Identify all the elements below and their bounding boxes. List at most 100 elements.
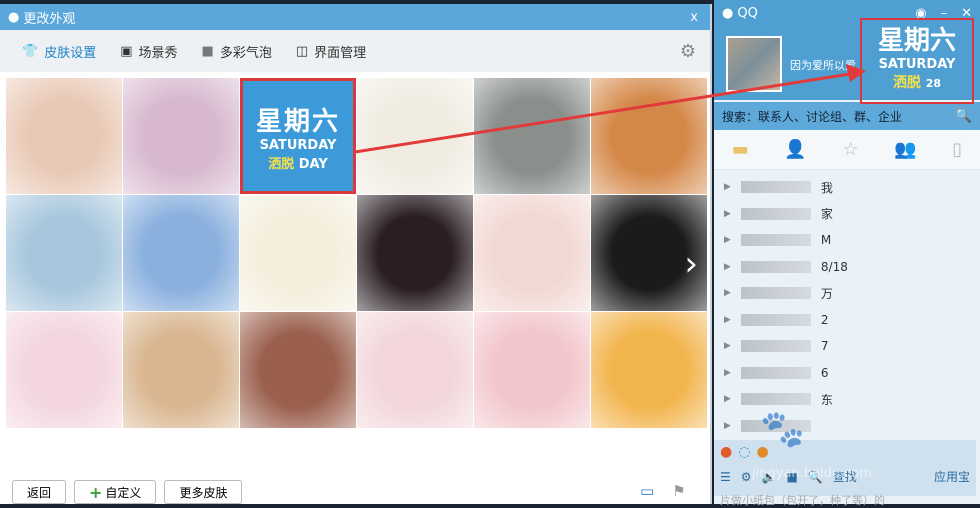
contact-group[interactable]: ▶ 我 [724, 174, 970, 201]
tab-skin-settings[interactable]: 👕 皮肤设置 [22, 42, 96, 61]
chevron-right-icon[interactable]: › [684, 244, 698, 284]
pin-icon[interactable]: ⚑ [672, 482, 685, 500]
contact-group[interactable]: ▶ 7 [724, 333, 970, 360]
skin-tile[interactable] [123, 78, 239, 194]
minimize-button[interactable]: – [941, 6, 948, 21]
group-count: 东 [820, 392, 833, 407]
app-icon[interactable]: ● [720, 444, 732, 460]
contact-group[interactable]: ▶ 万 [724, 280, 970, 307]
more-skins-button[interactable]: 更多皮肤 [164, 480, 243, 504]
skin-text: 洒脱 DAY [268, 156, 328, 172]
menu-icon[interactable]: ☰ [720, 470, 731, 484]
plus-icon: + [89, 482, 103, 502]
close-button[interactable]: ✕ [961, 6, 972, 21]
settings-icon[interactable]: ⚙ [741, 470, 752, 484]
layout-icon: ◫ [295, 43, 309, 59]
window-icon[interactable]: ▭ [640, 482, 654, 500]
search-input[interactable]: 搜索：联系人、讨论组、群、企业 🔍 [714, 102, 980, 130]
skin-tile[interactable] [240, 312, 356, 428]
skin-tile[interactable] [123, 312, 239, 428]
expand-triangle-icon: ▶ [724, 261, 731, 272]
skin-tile[interactable] [6, 312, 122, 428]
contact-group[interactable]: ▶ M [724, 227, 970, 254]
expand-triangle-icon: ▶ [724, 341, 731, 352]
expand-triangle-icon: ▶ [724, 208, 731, 219]
blurred-name [740, 181, 811, 194]
back-label: 返回 [27, 485, 52, 500]
contact-group[interactable]: ▶ 6 [724, 360, 970, 387]
group-count: 2 [820, 312, 829, 327]
tab-bar: 👕 皮肤设置 ▣ 场景秀 ■ 多彩气泡 ◫ 界面管理 ⚙ [0, 30, 710, 72]
phone-tab-icon[interactable]: ▯ [952, 139, 962, 160]
tab-bubbles[interactable]: ■ 多彩气泡 [202, 42, 272, 61]
close-button[interactable]: x [690, 10, 698, 25]
group-count: 我 [820, 180, 833, 195]
group-count: 8/18 [820, 259, 848, 274]
qq-main-panel: ● QQ ◉ – ✕ 因为爱所以爱 星期六 SATURDAY 洒脱 28 搜索：联系人… [714, 0, 980, 504]
search-icon[interactable]: 🔍 [955, 108, 972, 124]
signature[interactable]: 因为爱所以爱 [790, 57, 856, 73]
contacts-tab-icon[interactable]: 👤 [784, 139, 806, 160]
expand-triangle-icon: ▶ [724, 314, 731, 325]
more-label: 更多皮肤 [179, 485, 228, 500]
expand-triangle-icon: ▶ [724, 182, 731, 193]
contact-groups: ▶ 我 ▶ 家 ▶ M ▶ 8/18 ▶ 万 ▶ 2 ▶ 7 ▶ 6 ▶ 东 ▶ [714, 170, 980, 443]
blurred-name [740, 260, 811, 273]
skin-window: ● 更改外观 x 👕 皮肤设置 ▣ 场景秀 ■ 多彩气泡 ◫ 界面管理 ⚙ 星期六 SAT… [0, 4, 712, 504]
blurred-name [740, 366, 811, 379]
skin-tile[interactable] [357, 195, 473, 311]
expand-triangle-icon: ▶ [724, 420, 731, 431]
image-icon: ▣ [120, 43, 133, 59]
skin-tile[interactable] [474, 195, 590, 311]
skin-text: 星期六 [877, 26, 956, 56]
qq-title: QQ [737, 6, 758, 21]
groups-tab-icon[interactable]: 👥 [894, 139, 916, 160]
skin-tile[interactable] [357, 78, 473, 194]
skin-tile[interactable] [474, 78, 590, 194]
skin-text: SATURDAY [878, 57, 956, 72]
custom-button[interactable]: + 自定义 [74, 480, 157, 504]
skin-tile[interactable] [591, 78, 707, 194]
window-title: 更改外观 [23, 11, 76, 27]
expand-triangle-icon: ▶ [724, 288, 731, 299]
contact-group[interactable]: ▶ 家 [724, 201, 970, 228]
group-count: 万 [820, 286, 833, 301]
contact-group[interactable]: ▶ 2 [724, 307, 970, 334]
tab-label: 多彩气泡 [219, 45, 272, 61]
blurred-name [740, 207, 811, 220]
skin-tile[interactable] [6, 78, 122, 194]
skin-tile[interactable] [591, 312, 707, 428]
back-button[interactable]: 返回 [12, 480, 67, 504]
expand-triangle-icon: ▶ [724, 394, 731, 405]
medal-icon[interactable]: ◉ [915, 6, 926, 21]
skin-tile[interactable] [6, 195, 122, 311]
bubble-icon: ■ [201, 43, 214, 59]
app-icon[interactable]: ◌ [738, 444, 750, 460]
expand-triangle-icon: ▶ [724, 367, 731, 378]
tab-label: 皮肤设置 [44, 45, 97, 61]
skin-tile[interactable] [240, 195, 356, 311]
contact-group[interactable]: ▶ 8/18 [724, 254, 970, 281]
favorites-tab-icon[interactable]: ☆ [842, 139, 858, 160]
group-count: 6 [820, 365, 829, 380]
qq-penguin-icon: ● [722, 6, 734, 21]
blurred-name [740, 340, 811, 353]
shirt-icon: 👕 [22, 43, 39, 59]
skin-tile[interactable] [474, 312, 590, 428]
tab-layout[interactable]: ◫ 界面管理 [296, 42, 366, 61]
skin-tile-selected[interactable]: 星期六 SATURDAY 洒脱 DAY [240, 78, 356, 194]
tab-label: 界面管理 [314, 45, 367, 61]
tab-scene-show[interactable]: ▣ 场景秀 [120, 42, 177, 61]
blurred-name [740, 393, 811, 406]
watermark-logo: 🐾 [760, 409, 805, 450]
chat-tab-icon[interactable]: ▬ [732, 139, 749, 160]
avatar[interactable] [726, 36, 782, 92]
skin-tile[interactable] [357, 312, 473, 428]
tab-label: 场景秀 [138, 45, 178, 61]
custom-label: 自定义 [105, 485, 142, 500]
app-store-button[interactable]: 应用宝 [934, 468, 970, 485]
skin-tile[interactable] [123, 195, 239, 311]
gear-icon[interactable]: ⚙ [680, 41, 696, 62]
watermark-url: jingyan.baidu.com [752, 466, 872, 481]
level-number: 28 [925, 77, 942, 90]
